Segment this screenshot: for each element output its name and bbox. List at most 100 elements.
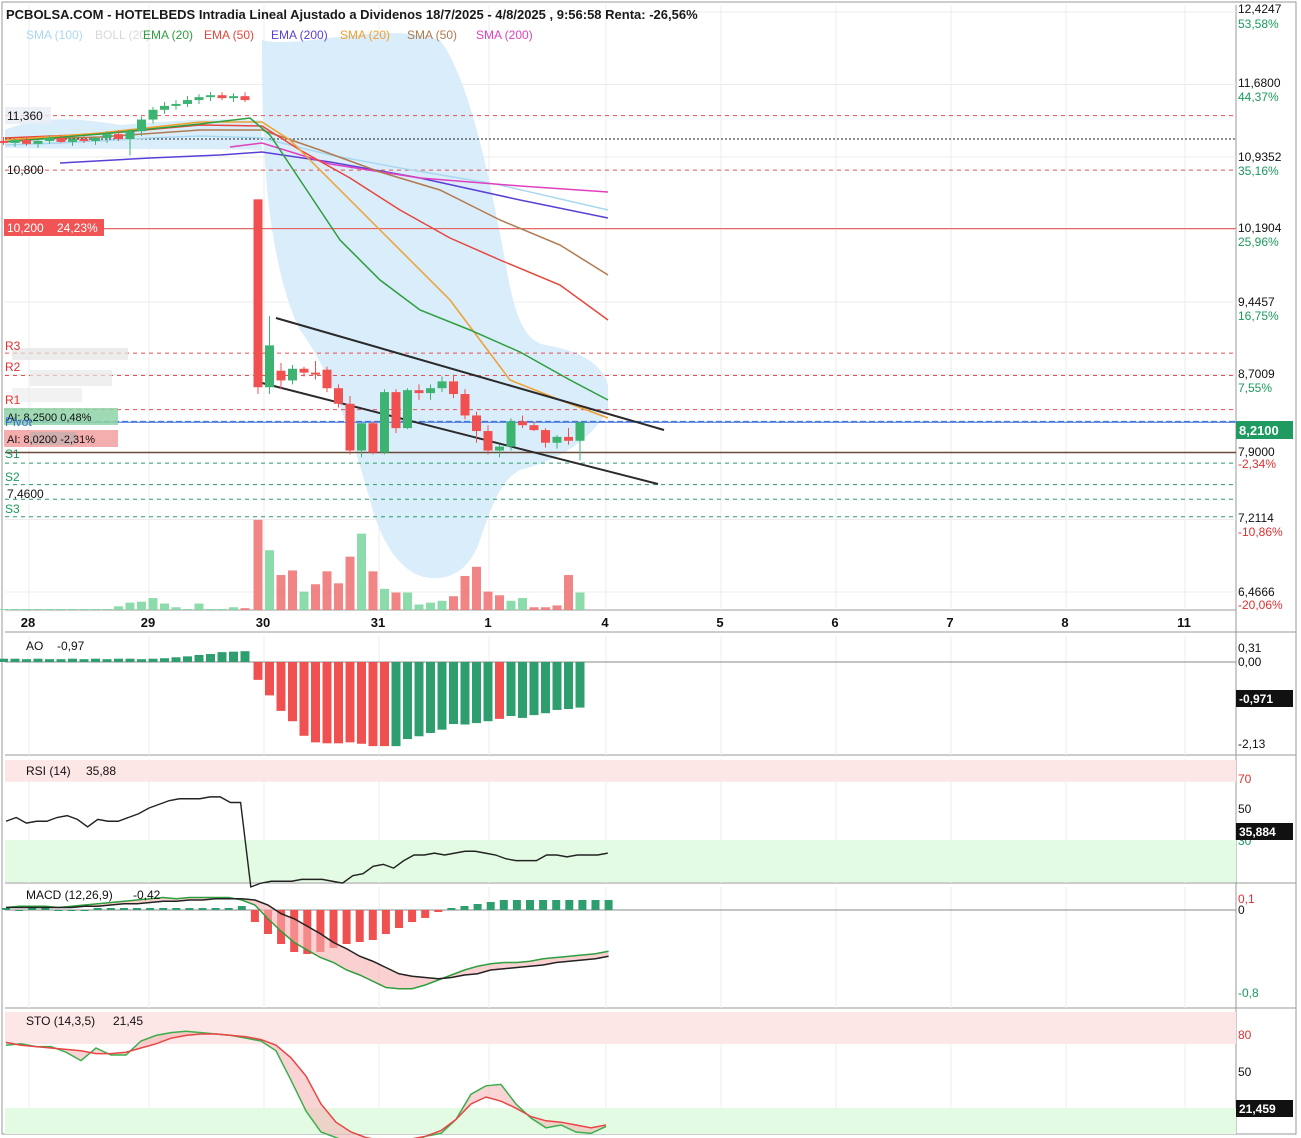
- sto-overbought-zone: [5, 1012, 1236, 1044]
- volume-bar: [357, 533, 366, 610]
- macd-hist-bar: [119, 908, 128, 910]
- macd-hist-bar: [460, 906, 469, 910]
- candle-body: [437, 381, 447, 389]
- volume-bar: [229, 607, 238, 610]
- candle-body: [265, 345, 274, 388]
- price-axis-pct: -10,86%: [1238, 525, 1283, 539]
- s2-label: S2: [5, 470, 20, 484]
- volume-bar: [148, 598, 158, 610]
- candle-body: [575, 422, 585, 441]
- candle-body: [148, 109, 158, 120]
- macd-hist-bar: [565, 900, 574, 910]
- macd-hist-bar: [578, 900, 587, 910]
- macd-hist-bar: [539, 900, 548, 910]
- date-axis-label: 6: [831, 615, 838, 630]
- macd-hist-bar: [473, 904, 482, 910]
- macd-hist-bar: [15, 910, 24, 911]
- level-label-10800: 10,800: [7, 163, 44, 177]
- date-axis-label: 4: [601, 615, 609, 630]
- volume-bar: [137, 601, 146, 610]
- volume-bar: [56, 609, 66, 610]
- ao-bar: [506, 662, 516, 717]
- ao-axis-top: 0,31: [1238, 641, 1262, 655]
- macd-hist-bar: [237, 906, 246, 910]
- candle-body: [56, 138, 66, 142]
- date-axis-label: 1: [484, 615, 491, 630]
- level-label-11360: 11,360: [7, 109, 43, 123]
- macd-hist-bar: [146, 908, 155, 910]
- ao-bar: [449, 662, 458, 725]
- price-axis-pct: 25,96%: [1238, 235, 1279, 249]
- chart-title: PCBOLSA.COM - HOTELBEDS Intradia Lineal …: [6, 7, 698, 22]
- ao-bar: [472, 662, 481, 724]
- volume-bar: [299, 591, 309, 610]
- candle-body: [414, 390, 424, 394]
- ao-bar: [529, 662, 539, 716]
- last-price-badge: 8,2100: [1236, 421, 1293, 439]
- date-axis-label: 30: [256, 615, 270, 630]
- candle-body: [206, 95, 215, 98]
- volume-bar: [33, 609, 43, 610]
- ao-bar: [552, 662, 562, 710]
- candle-body: [449, 381, 458, 395]
- ao-bar: [311, 662, 320, 743]
- ao-bar: [288, 662, 297, 722]
- volume-bar: [518, 598, 527, 610]
- date-axis-label: 29: [141, 615, 155, 630]
- volume-bar: [68, 609, 77, 610]
- sto-last-value: 21,459: [1239, 1102, 1276, 1116]
- stock-chart: PCBOLSA.COM - HOTELBEDS Intradia Lineal …: [0, 1, 1297, 1138]
- ao-bar: [357, 662, 366, 744]
- ao-bar: [33, 658, 43, 662]
- candle-body: [240, 96, 250, 101]
- volume-bar: [91, 609, 100, 610]
- candle-body: [125, 131, 135, 140]
- rsi-axis-50: 50: [1238, 802, 1252, 816]
- ao-bar: [426, 662, 435, 733]
- macd-hist-bar: [67, 910, 76, 911]
- macd-hist-bar: [93, 908, 102, 910]
- price-axis-pct: 44,37%: [1238, 90, 1279, 104]
- ao-bar: [0, 658, 8, 662]
- macd-hist-bar: [198, 908, 207, 910]
- ao-bar: [299, 662, 309, 736]
- macd-label: MACD (12,26,9): [26, 888, 113, 902]
- volume-bar: [276, 575, 286, 610]
- candle-body: [495, 446, 504, 451]
- ao-bar: [68, 658, 77, 662]
- macd-hist-bar: [211, 908, 220, 910]
- candle-body: [171, 103, 181, 106]
- volume-bar: [426, 602, 435, 610]
- legend-item: SMA (20): [340, 28, 390, 42]
- volume-bar: [102, 609, 112, 610]
- chart-frame: [1, 1, 1297, 1135]
- macd-hist-bar: [224, 908, 233, 910]
- price-axis-pct: -20,06%: [1238, 598, 1283, 612]
- candle-body: [253, 199, 263, 388]
- volume-bar: [45, 609, 54, 610]
- macd-hist-bar: [2, 908, 10, 910]
- price-axis-label: 6,4666: [1238, 585, 1275, 599]
- candle-body: [45, 138, 54, 141]
- sto-value: 21,45: [113, 1014, 143, 1028]
- ao-label: AO: [26, 639, 43, 653]
- ao-bar: [22, 659, 31, 662]
- legend-item: EMA (20): [143, 28, 193, 42]
- macd-value: -0,42: [133, 888, 161, 902]
- candle-body: [472, 415, 481, 432]
- volume-bar: [183, 609, 192, 610]
- candle-body: [288, 368, 297, 381]
- volume-bar: [529, 607, 539, 610]
- candle-body: [552, 436, 562, 443]
- price-axis-label: 10,1904: [1238, 221, 1282, 235]
- volume-bar: [0, 609, 8, 610]
- ao-bar: [45, 659, 54, 662]
- legend-item: EMA (200): [271, 28, 328, 42]
- volume-bar: [391, 592, 401, 610]
- rsi-axis-70: 70: [1238, 772, 1252, 786]
- volume-bar: [564, 575, 573, 610]
- candle-body: [22, 139, 31, 144]
- ao-bar: [368, 662, 378, 747]
- candle-body: [0, 140, 8, 143]
- macd-hist-bar: [486, 902, 495, 910]
